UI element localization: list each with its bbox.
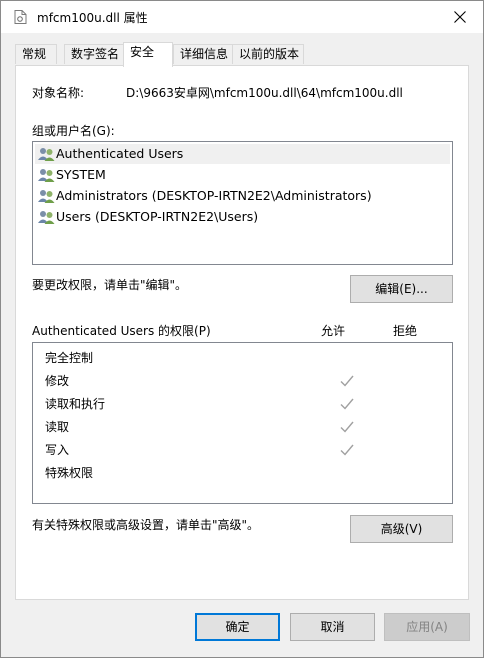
group-users-label: 组或用户名(G): — [32, 124, 115, 138]
permissions-header: Authenticated Users 的权限(P) — [32, 324, 211, 338]
permission-row-full-control: 完全控制 — [45, 347, 93, 369]
tab-general[interactable]: 常规 — [15, 44, 57, 64]
close-icon — [454, 11, 466, 23]
allow-check-icon — [340, 398, 354, 410]
close-button[interactable] — [437, 1, 483, 33]
permission-name: 读取和执行 — [45, 397, 106, 411]
permission-name: 写入 — [45, 443, 70, 457]
permission-row-read-execute: 读取和执行 — [45, 393, 354, 415]
edit-hint: 要更改权限，请单击"编辑"。 — [32, 278, 188, 292]
edit-button[interactable]: 编辑(E)... — [350, 275, 453, 303]
user-name: SYSTEM — [56, 167, 106, 182]
permission-row-modify: 修改 — [45, 370, 354, 392]
object-name-value: D:\9663安卓网\mfcm100u.dll\64\mfcm100u.dll — [126, 86, 403, 100]
allow-column-header: 允许 — [321, 324, 346, 338]
allow-check-icon — [340, 444, 354, 456]
tab-security[interactable]: 安全 — [123, 42, 173, 67]
users-group-icon — [38, 210, 55, 224]
permission-row-write: 写入 — [45, 439, 354, 461]
object-name-label: 对象名称: — [32, 86, 85, 100]
security-panel: 对象名称: D:\9663安卓网\mfcm100u.dll\64\mfcm100… — [15, 65, 469, 600]
window-title: mfcm100u.dll 属性 — [37, 11, 148, 25]
user-name: Users (DESKTOP-IRTN2E2\Users) — [56, 209, 259, 224]
users-group-icon — [38, 168, 55, 182]
permission-row-read: 读取 — [45, 416, 354, 438]
users-group-icon — [38, 147, 55, 161]
user-name: Authenticated Users — [56, 146, 184, 161]
list-item-authenticated-users[interactable]: Authenticated Users — [35, 144, 450, 164]
tab-digital-signatures[interactable]: 数字签名 — [64, 44, 124, 64]
apply-button[interactable]: 应用(A) — [384, 613, 470, 641]
permission-name: 完全控制 — [45, 351, 94, 365]
tab-strip: 常规 数字签名 安全 详细信息 以前的版本 — [15, 42, 475, 67]
allow-check-icon — [340, 375, 354, 387]
properties-window: mfcm100u.dll 属性 常规 数字签名 安全 详细信息 以前的版本 对象… — [0, 0, 484, 658]
permission-name: 特殊权限 — [45, 466, 94, 480]
tab-details[interactable]: 详细信息 — [173, 44, 233, 64]
permission-name: 修改 — [45, 374, 70, 388]
user-name: Administrators (DESKTOP-IRTN2E2\Administ… — [56, 188, 372, 203]
tab-previous-versions[interactable]: 以前的版本 — [232, 44, 304, 64]
file-icon — [14, 10, 27, 24]
cancel-button[interactable]: 取消 — [290, 613, 375, 641]
ok-button[interactable]: 确定 — [195, 613, 280, 641]
advanced-button[interactable]: 高级(V) — [350, 515, 453, 543]
allow-check-icon — [340, 421, 354, 433]
permissions-list[interactable]: 完全控制 修改 读取和执行 读取 写入 特殊权限 — [32, 342, 453, 504]
advanced-hint: 有关特殊权限或高级设置，请单击"高级"。 — [32, 518, 260, 532]
users-listbox[interactable]: Authenticated Users SYSTEM Administrator… — [32, 141, 453, 265]
permission-row-special: 特殊权限 — [45, 462, 93, 484]
title-bar[interactable]: mfcm100u.dll 属性 — [1, 1, 483, 33]
permission-name: 读取 — [45, 420, 70, 434]
deny-column-header: 拒绝 — [393, 324, 418, 338]
users-group-icon — [38, 189, 55, 203]
